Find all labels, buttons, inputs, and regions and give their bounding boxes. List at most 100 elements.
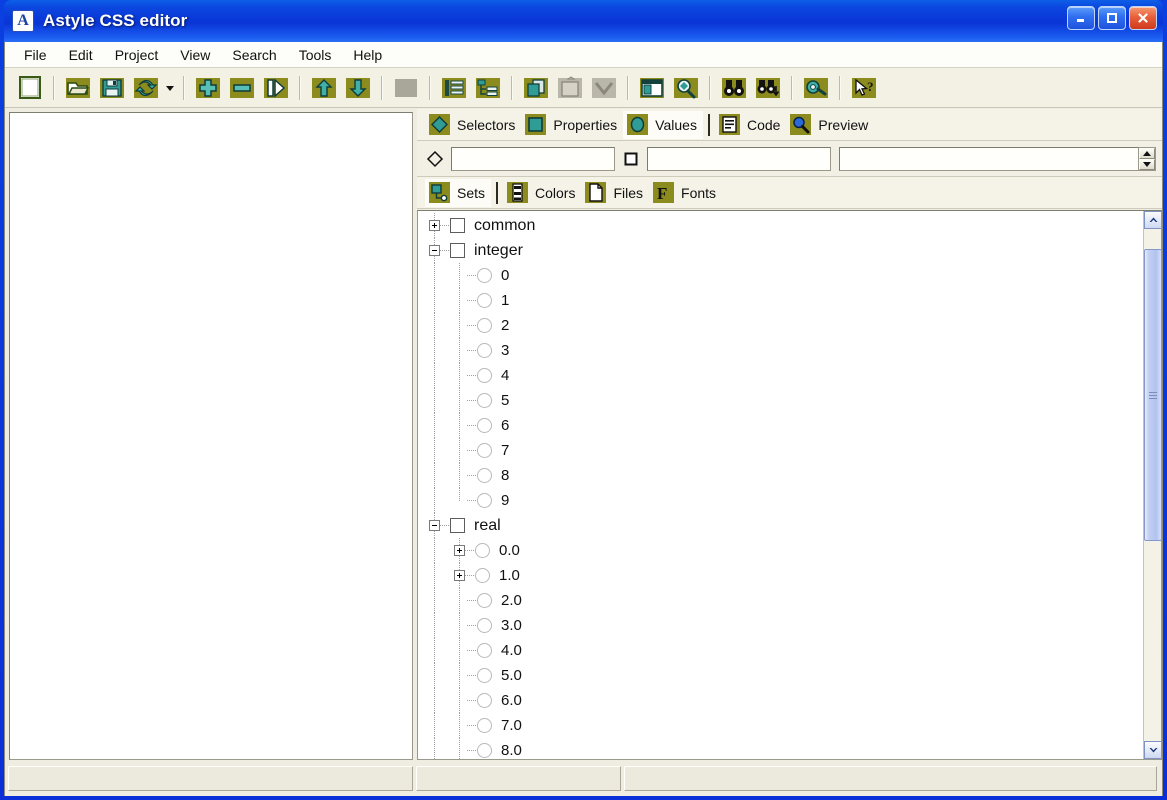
find-next-button[interactable] xyxy=(753,74,783,102)
tab-files[interactable]: Files xyxy=(581,179,649,207)
collapse-minus-icon[interactable] xyxy=(429,520,440,531)
tree-view-button[interactable] xyxy=(473,74,503,102)
tree-radio[interactable] xyxy=(477,318,492,333)
tree-radio[interactable] xyxy=(477,743,492,758)
tree-checkbox[interactable] xyxy=(450,218,465,233)
tree-checkbox[interactable] xyxy=(450,518,465,533)
insert-item-button[interactable] xyxy=(261,74,291,102)
tree-radio[interactable] xyxy=(475,568,490,583)
tree-row[interactable]: real xyxy=(418,513,1143,538)
tab-code[interactable]: Code xyxy=(715,111,786,139)
spin-up-button[interactable] xyxy=(1139,147,1155,159)
tree-radio[interactable] xyxy=(477,618,492,633)
spin-down-button[interactable] xyxy=(1139,158,1155,170)
tree-row[interactable]: 4 xyxy=(418,363,1143,388)
scroll-up-button[interactable] xyxy=(1144,211,1161,229)
tree-radio[interactable] xyxy=(475,543,490,558)
expand-plus-icon[interactable] xyxy=(454,570,465,581)
options-button[interactable] xyxy=(801,74,831,102)
open-file-button[interactable] xyxy=(63,74,93,102)
tree-radio[interactable] xyxy=(477,643,492,658)
tree-radio[interactable] xyxy=(477,668,492,683)
tree-radio[interactable] xyxy=(477,693,492,708)
tree-item-label: 6.0 xyxy=(501,692,522,709)
menu-item-view[interactable]: View xyxy=(169,44,221,66)
tree-vertical-scrollbar[interactable] xyxy=(1143,211,1161,759)
tree-row[interactable]: 6.0 xyxy=(418,688,1143,713)
tab-selectors[interactable]: Selectors xyxy=(425,111,521,139)
tree-row[interactable]: 0 xyxy=(418,263,1143,288)
tree-row[interactable]: 8 xyxy=(418,463,1143,488)
tree-row[interactable]: 7 xyxy=(418,438,1143,463)
save-file-button[interactable] xyxy=(97,74,127,102)
tree-radio[interactable] xyxy=(477,368,492,383)
tree-radio[interactable] xyxy=(477,293,492,308)
code-editor-pane[interactable] xyxy=(9,112,413,760)
tree-row[interactable]: 6 xyxy=(418,413,1143,438)
move-down-button[interactable] xyxy=(343,74,373,102)
minimize-button[interactable] xyxy=(1067,6,1095,30)
tree-row[interactable]: 4.0 xyxy=(418,638,1143,663)
value-spinner[interactable] xyxy=(1139,146,1156,171)
remove-item-button[interactable] xyxy=(227,74,257,102)
menu-item-edit[interactable]: Edit xyxy=(58,44,104,66)
tree-row[interactable]: 2.0 xyxy=(418,588,1143,613)
maximize-button[interactable] xyxy=(1098,6,1126,30)
help-pointer-button[interactable]: ? xyxy=(849,74,879,102)
value-input[interactable] xyxy=(839,146,1139,171)
collapse-minus-icon[interactable] xyxy=(429,245,440,256)
tree-row[interactable]: 1 xyxy=(418,288,1143,313)
tree-radio[interactable] xyxy=(477,393,492,408)
tree-row[interactable]: 9 xyxy=(418,488,1143,513)
expand-plus-icon[interactable] xyxy=(429,220,440,231)
menu-item-search[interactable]: Search xyxy=(221,44,287,66)
tree-row[interactable]: 2 xyxy=(418,313,1143,338)
tree-row[interactable]: 3 xyxy=(418,338,1143,363)
find-button[interactable] xyxy=(719,74,749,102)
move-up-button[interactable] xyxy=(309,74,339,102)
tree-row[interactable]: integer xyxy=(418,238,1143,263)
values-tree[interactable]: common integer 0 1 2 3 4 5 6 7 8 9 real 0.0 1.0 2.0 3.0 4… xyxy=(417,210,1162,760)
selector-input[interactable] xyxy=(451,146,615,171)
close-button[interactable] xyxy=(1129,6,1157,30)
tree-radio[interactable] xyxy=(477,493,492,508)
tab-sets[interactable]: Sets xyxy=(425,178,492,207)
list-view-button[interactable] xyxy=(439,74,469,102)
tree-checkbox[interactable] xyxy=(450,243,465,258)
tree-radio[interactable] xyxy=(477,268,492,283)
tab-colors[interactable]: Colors xyxy=(503,179,581,207)
property-input[interactable] xyxy=(647,146,831,171)
menu-item-help[interactable]: Help xyxy=(342,44,393,66)
tree-row[interactable]: 5 xyxy=(418,388,1143,413)
tree-row[interactable]: common xyxy=(418,213,1143,238)
tab-values[interactable]: Values xyxy=(623,110,703,139)
copy-button[interactable] xyxy=(521,74,551,102)
panel-layout-button[interactable] xyxy=(637,74,667,102)
scrollbar-thumb[interactable] xyxy=(1144,249,1161,542)
menu-item-project[interactable]: Project xyxy=(104,44,170,66)
tab-fonts[interactable]: F Fonts xyxy=(649,179,722,207)
menu-item-file[interactable]: File xyxy=(13,44,58,66)
expand-plus-icon[interactable] xyxy=(454,545,465,556)
tree-row[interactable]: 7.0 xyxy=(418,713,1143,738)
preview-zoom-button[interactable] xyxy=(671,74,701,102)
tree-row[interactable]: 3.0 xyxy=(418,613,1143,638)
tree-radio[interactable] xyxy=(477,443,492,458)
new-file-button[interactable] xyxy=(15,74,45,102)
refresh-dropdown-button[interactable] xyxy=(163,75,177,101)
tree-radio[interactable] xyxy=(477,343,492,358)
tree-row[interactable]: 0.0 xyxy=(418,538,1143,563)
add-item-button[interactable] xyxy=(193,74,223,102)
tree-radio[interactable] xyxy=(477,418,492,433)
menu-item-tools[interactable]: Tools xyxy=(288,44,343,66)
tree-radio[interactable] xyxy=(477,718,492,733)
tab-preview[interactable]: Preview xyxy=(786,111,874,139)
scroll-down-button[interactable] xyxy=(1144,741,1161,759)
refresh-button[interactable] xyxy=(131,74,161,102)
tree-radio[interactable] xyxy=(477,468,492,483)
tree-radio[interactable] xyxy=(477,593,492,608)
tree-row[interactable]: 5.0 xyxy=(418,663,1143,688)
tree-row[interactable]: 1.0 xyxy=(418,563,1143,588)
tab-properties[interactable]: Properties xyxy=(521,111,623,139)
tree-row[interactable]: 8.0 xyxy=(418,738,1143,759)
